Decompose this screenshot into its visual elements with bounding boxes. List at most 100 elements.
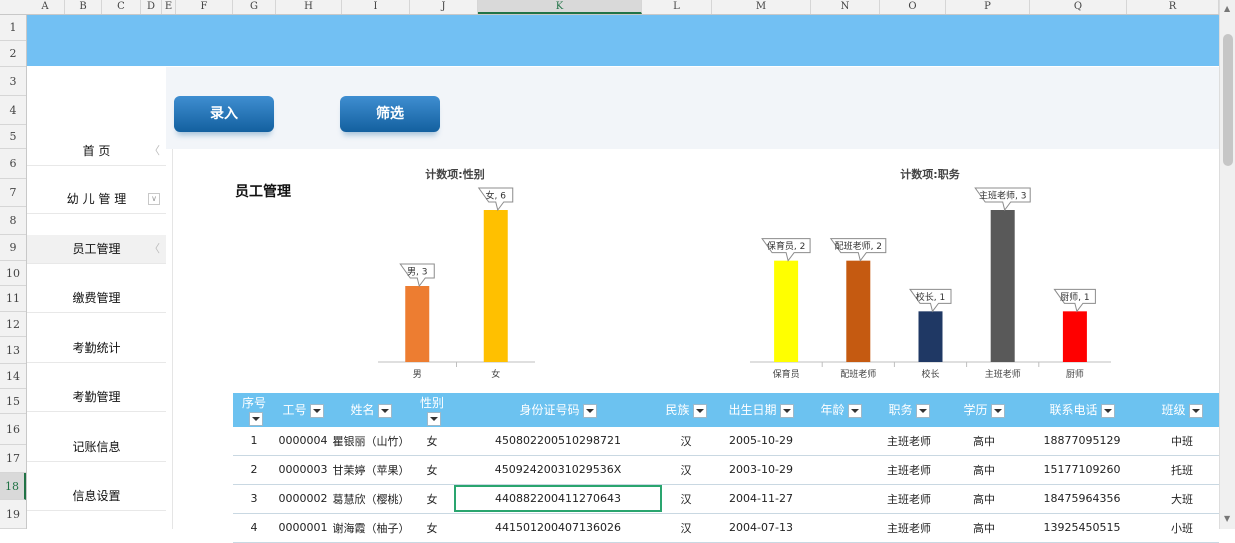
column-header-I[interactable]: I (342, 0, 410, 14)
row-header-2[interactable]: 2 (0, 41, 26, 67)
column-header-B[interactable]: B (65, 0, 102, 14)
table-cell[interactable]: 高中 (949, 513, 1019, 543)
table-cell[interactable]: 18877095129 (1019, 426, 1145, 456)
scrollbar-thumb[interactable] (1223, 34, 1233, 166)
table-cell[interactable]: 谢海霞（柚子） (331, 513, 411, 543)
nav-item-staff[interactable]: 员工管理 〈 (27, 235, 166, 264)
column-header-H[interactable]: H (276, 0, 342, 14)
column-header-N[interactable]: N (811, 0, 880, 14)
table-cell[interactable]: 葛慧欣（樱桃） (331, 484, 411, 514)
nav-item-attendance-stats[interactable]: 考勤统计 (27, 334, 166, 363)
table-cell[interactable]: 女 (411, 426, 453, 456)
table-cell[interactable]: 15177109260 (1019, 455, 1145, 485)
row-header-19[interactable]: 19 (0, 500, 26, 529)
scroll-down-icon[interactable]: ▼ (1224, 514, 1230, 523)
filter-dropdown-icon[interactable] (847, 403, 862, 418)
table-cell[interactable]: 18475964356 (1019, 484, 1145, 514)
column-header-A[interactable]: A (26, 0, 65, 14)
filter-dropdown-icon[interactable] (692, 403, 707, 418)
table-cell[interactable]: 2004-07-13 (709, 513, 813, 543)
table-cell[interactable]: 主班老师 (869, 455, 949, 485)
table-cell[interactable]: 2005-10-29 (709, 426, 813, 456)
table-cell[interactable]: 2003-10-29 (709, 455, 813, 485)
row-header-14[interactable]: 14 (0, 364, 26, 389)
filter-dropdown-icon[interactable] (377, 403, 392, 418)
row-header-8[interactable]: 8 (0, 207, 26, 235)
filter-button[interactable]: 筛选 (340, 96, 440, 132)
table-cell[interactable]: 主班老师 (869, 513, 949, 543)
table-cell[interactable]: 主班老师 (869, 484, 949, 514)
table-cell[interactable]: 汉 (663, 455, 709, 485)
table-cell[interactable]: 汉 (663, 426, 709, 456)
row-header-15[interactable]: 15 (0, 389, 26, 414)
column-header-Q[interactable]: Q (1030, 0, 1127, 14)
row-header-9[interactable]: 9 (0, 235, 26, 261)
row-header-5[interactable]: 5 (0, 125, 26, 149)
table-cell[interactable]: 13925450515 (1019, 513, 1145, 543)
column-header-G[interactable]: G (233, 0, 276, 14)
table-cell[interactable]: 女 (411, 484, 453, 514)
column-header-O[interactable]: O (880, 0, 946, 14)
table-cell[interactable]: 高中 (949, 484, 1019, 514)
column-header-M[interactable]: M (712, 0, 811, 14)
table-cell[interactable]: 45092420031029536X (453, 455, 663, 485)
filter-dropdown-icon[interactable] (582, 403, 597, 418)
column-header-J[interactable]: J (410, 0, 478, 14)
table-cell[interactable]: 0000003 (275, 455, 331, 485)
row-header-3[interactable]: 3 (0, 67, 26, 96)
filter-dropdown-icon[interactable] (1188, 403, 1203, 418)
column-header-E[interactable]: E (162, 0, 176, 14)
row-header-4[interactable]: 4 (0, 96, 26, 125)
filter-dropdown-icon[interactable] (915, 403, 930, 418)
table-cell[interactable]: 440882200411270643 (453, 484, 663, 514)
row-header-13[interactable]: 13 (0, 337, 26, 364)
table-cell[interactable]: 0000004 (275, 426, 331, 456)
scroll-up-icon[interactable]: ▲ (1224, 4, 1230, 13)
table-cell[interactable] (813, 455, 869, 485)
column-header-F[interactable]: F (176, 0, 233, 14)
filter-dropdown-icon[interactable] (1100, 403, 1115, 418)
filter-dropdown-icon[interactable] (248, 411, 263, 426)
table-cell[interactable]: 女 (411, 513, 453, 543)
row-header-6[interactable]: 6 (0, 149, 26, 179)
table-cell[interactable]: 甘茉婷（苹果） (331, 455, 411, 485)
table-cell[interactable]: 450802200510298721 (453, 426, 663, 456)
column-header-L[interactable]: L (642, 0, 712, 14)
table-cell[interactable]: 女 (411, 455, 453, 485)
row-header-12[interactable]: 12 (0, 312, 26, 337)
row-header-16[interactable]: 16 (0, 414, 26, 445)
row-header-11[interactable]: 11 (0, 286, 26, 312)
table-cell[interactable]: 0000002 (275, 484, 331, 514)
column-header-D[interactable]: D (141, 0, 162, 14)
table-cell[interactable]: 3 (233, 484, 275, 514)
column-header-K[interactable]: K (478, 0, 642, 14)
nav-item-settings[interactable]: 信息设置 (27, 482, 166, 511)
table-cell[interactable]: 小班 (1145, 513, 1219, 543)
nav-item-accounting[interactable]: 记账信息 (27, 433, 166, 462)
row-header-10[interactable]: 10 (0, 261, 26, 286)
table-cell[interactable]: 中班 (1145, 426, 1219, 456)
table-cell[interactable]: 托班 (1145, 455, 1219, 485)
nav-item-attendance-mgmt[interactable]: 考勤管理 (27, 383, 166, 412)
table-cell[interactable]: 2004-11-27 (709, 484, 813, 514)
nav-item-home[interactable]: 首 页 〈 (27, 137, 166, 166)
column-header-R[interactable]: R (1127, 0, 1219, 14)
row-header-18[interactable]: 18 (0, 473, 26, 500)
table-cell[interactable]: 0000001 (275, 513, 331, 543)
filter-dropdown-icon[interactable] (779, 403, 794, 418)
column-header-C[interactable]: C (102, 0, 141, 14)
nav-item-fees[interactable]: 缴费管理 (27, 284, 166, 313)
row-header-7[interactable]: 7 (0, 179, 26, 207)
table-cell[interactable]: 4 (233, 513, 275, 543)
table-cell[interactable]: 441501200407136026 (453, 513, 663, 543)
table-cell[interactable]: 汉 (663, 484, 709, 514)
table-cell[interactable]: 高中 (949, 426, 1019, 456)
table-cell[interactable]: 高中 (949, 455, 1019, 485)
table-cell[interactable]: 汉 (663, 513, 709, 543)
column-header-P[interactable]: P (946, 0, 1030, 14)
filter-dropdown-icon[interactable] (309, 403, 324, 418)
table-cell[interactable]: 1 (233, 426, 275, 456)
table-cell[interactable]: 2 (233, 455, 275, 485)
row-header-1[interactable]: 1 (0, 15, 26, 41)
table-cell[interactable] (813, 513, 869, 543)
